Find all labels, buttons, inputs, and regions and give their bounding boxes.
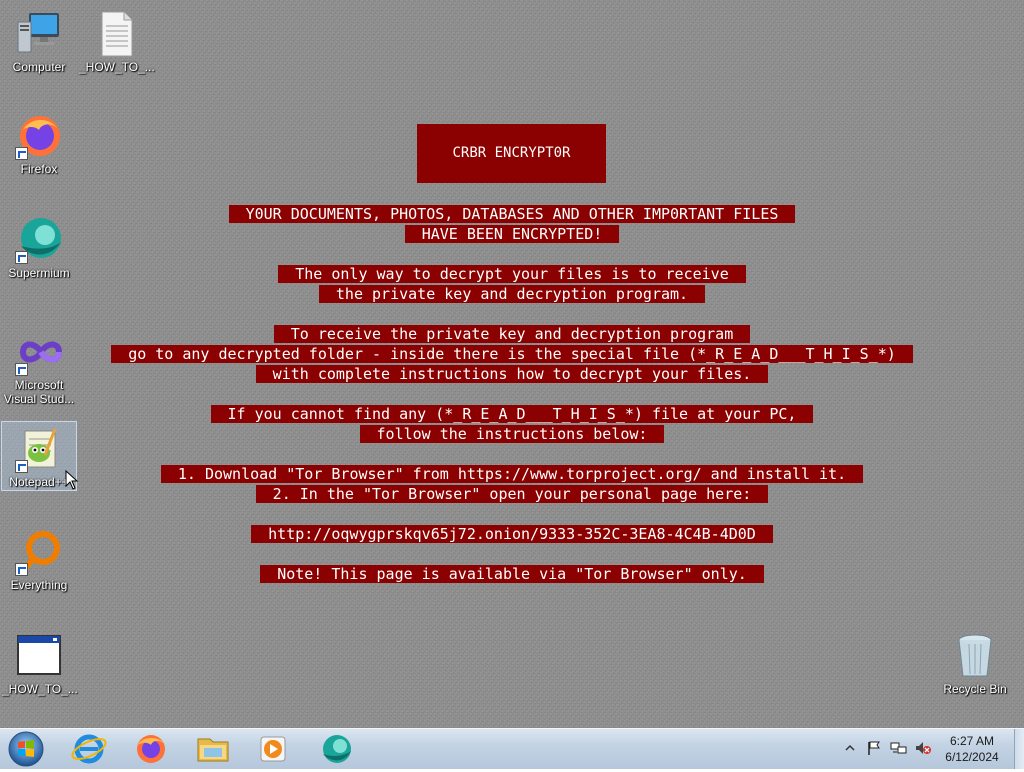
desktop-icon-readme-hta[interactable]: _HOW_TO_... — [2, 632, 78, 696]
desktop-icon-label: _HOW_TO_... — [2, 682, 78, 696]
note-line: If you cannot find any (*_R_E_A_D___T_H_… — [0, 404, 1024, 424]
taskbar-file-explorer[interactable] — [186, 731, 240, 767]
desktop[interactable]: Computer _HOW_TO_... Firefox Supermium M… — [0, 0, 1024, 728]
note-line: The only way to decrypt your files is to… — [0, 264, 1024, 284]
windows-orb-icon — [8, 731, 44, 767]
desktop-icon-firefox[interactable]: Firefox — [2, 112, 76, 176]
desktop-icon-label: Recycle Bin — [943, 682, 1007, 696]
media-player-icon — [260, 736, 286, 762]
desktop-icon-label: Firefox — [20, 162, 58, 176]
supermium-icon — [323, 735, 351, 763]
computer-icon — [15, 10, 63, 58]
note-line: To receive the private key and decryptio… — [0, 324, 1024, 344]
clock-time: 6:27 AM — [949, 734, 995, 748]
desktop-icon-recycle-bin[interactable]: Recycle Bin — [938, 632, 1012, 696]
desktop-icon-computer[interactable]: Computer — [2, 10, 76, 74]
note-line: with complete instructions how to decryp… — [0, 364, 1024, 384]
note-line: go to any decrypted folder - inside ther… — [0, 344, 1024, 364]
note-line: Y0UR DOCUMENTS, PHOTOS, DATABASES AND OT… — [0, 204, 1024, 224]
note-line: Note! This page is available via "Tor Br… — [0, 564, 1024, 584]
system-clock[interactable]: 6:27 AM 6/12/2024 — [930, 733, 1014, 765]
taskbar-media-player[interactable] — [246, 731, 300, 767]
start-button[interactable] — [6, 730, 46, 768]
show-desktop-button[interactable] — [1014, 729, 1024, 769]
firefox-icon — [15, 112, 63, 160]
note-title: CRBR ENCRYPT0R — [417, 124, 606, 183]
text-document-icon — [92, 10, 140, 58]
internet-explorer-icon — [71, 734, 107, 764]
show-hidden-icons-chevron-icon[interactable] — [845, 743, 855, 753]
taskbar-supermium[interactable] — [310, 731, 364, 767]
note-line: 2. In the "Tor Browser" open your person… — [0, 484, 1024, 504]
taskbar-internet-explorer[interactable] — [62, 731, 116, 767]
taskbar: 6:27 AM 6/12/2024 — [0, 728, 1024, 769]
action-center-flag-icon[interactable] — [866, 740, 882, 756]
firefox-icon — [137, 735, 165, 763]
note-line: the private key and decryption program. — [0, 284, 1024, 304]
shortcut-arrow-icon — [15, 147, 28, 160]
note-line: follow the instructions below: — [0, 424, 1024, 444]
note-line: 1. Download "Tor Browser" from https://w… — [0, 464, 1024, 484]
desktop-icon-label: _HOW_TO_... — [79, 60, 155, 74]
desktop-icon-label: Computer — [12, 60, 66, 74]
network-icon[interactable] — [890, 740, 908, 756]
desktop-icon-readme-txt[interactable]: _HOW_TO_... — [79, 10, 155, 74]
shortcut-arrow-icon — [15, 251, 28, 264]
recycle-bin-icon — [951, 632, 999, 680]
file-explorer-icon — [197, 738, 229, 762]
taskbar-firefox[interactable] — [124, 731, 178, 767]
clock-date: 6/12/2024 — [945, 750, 999, 764]
note-line: HAVE BEEN ENCRYPTED! — [0, 224, 1024, 244]
html-document-icon — [15, 632, 63, 680]
note-onion-url: http://oqwygprskqv65j72.onion/9333-352C-… — [0, 524, 1024, 544]
